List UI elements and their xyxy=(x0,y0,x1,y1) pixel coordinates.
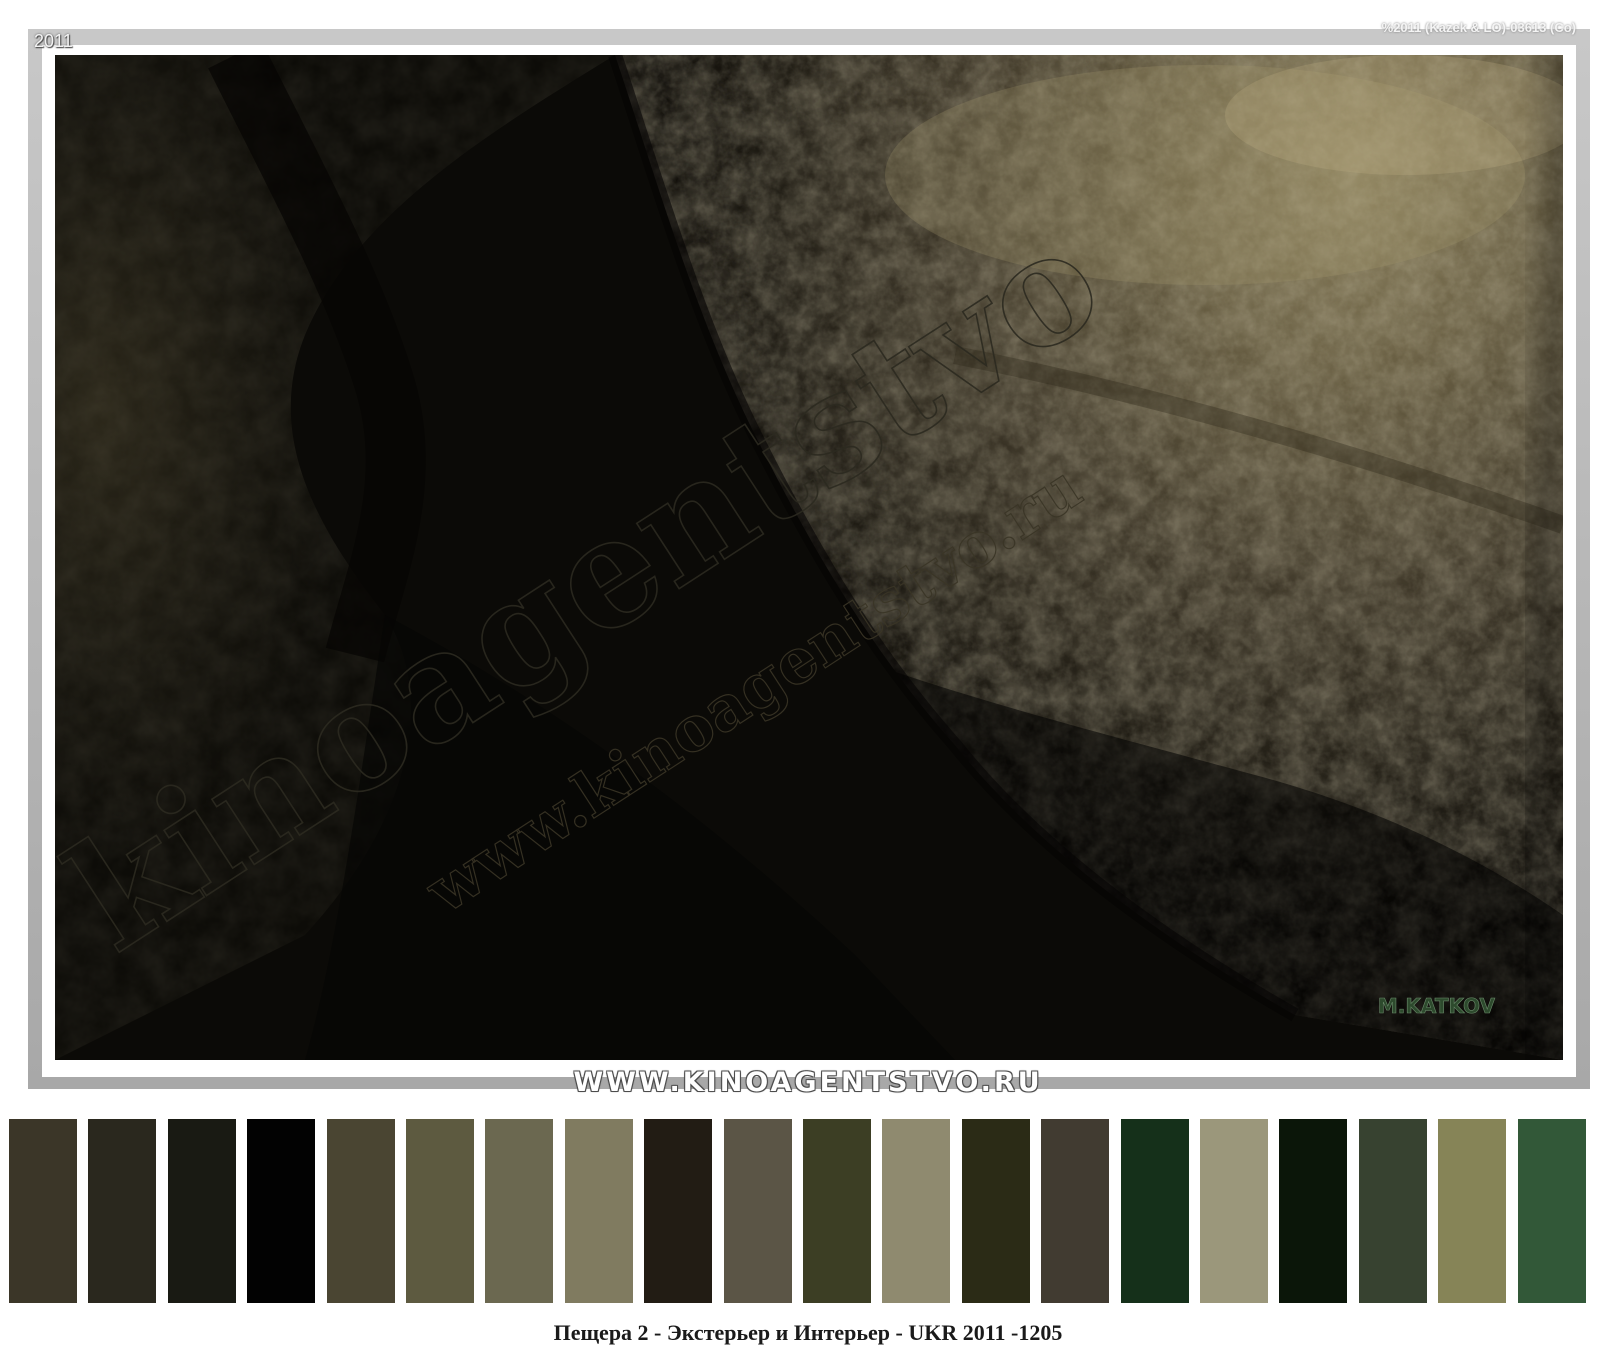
palette-swatch xyxy=(1518,1119,1586,1303)
palette-swatch xyxy=(803,1119,871,1303)
palette-swatch xyxy=(644,1119,712,1303)
palette-swatch xyxy=(9,1119,77,1303)
color-palette xyxy=(9,1119,1613,1303)
palette-swatch xyxy=(1359,1119,1427,1303)
image-caption: Пещера 2 - Экстерьер и Интерьер - UKR 20… xyxy=(553,1320,1063,1345)
palette-swatch xyxy=(1200,1119,1268,1303)
palette-swatch xyxy=(1041,1119,1109,1303)
palette-swatch xyxy=(1121,1119,1189,1303)
palette-swatch xyxy=(327,1119,395,1303)
cave-photo: kinoagentstvo www.kinoagentstvo.ru M.KAT… xyxy=(55,55,1563,1060)
palette-swatch xyxy=(88,1119,156,1303)
palette-swatch xyxy=(1279,1119,1347,1303)
year-stamp: 2011 xyxy=(34,31,73,51)
copyright-stamp: %2011 (Kazek & LO)-03613 (Co) xyxy=(1381,20,1576,35)
palette-swatch xyxy=(565,1119,633,1303)
cave-rock-image: kinoagentstvo www.kinoagentstvo.ru M.KAT… xyxy=(55,55,1563,1060)
photographer-signature: M.KATKOV xyxy=(1378,994,1496,1018)
palette-swatch xyxy=(724,1119,792,1303)
palette-swatch xyxy=(882,1119,950,1303)
palette-swatch xyxy=(1438,1119,1506,1303)
site-banner: WWW.KINOAGENTSTVO.RU xyxy=(573,1067,1043,1098)
palette-swatch xyxy=(485,1119,553,1303)
palette-swatch xyxy=(168,1119,236,1303)
palette-swatch xyxy=(247,1119,315,1303)
palette-swatch xyxy=(406,1119,474,1303)
palette-swatch xyxy=(962,1119,1030,1303)
